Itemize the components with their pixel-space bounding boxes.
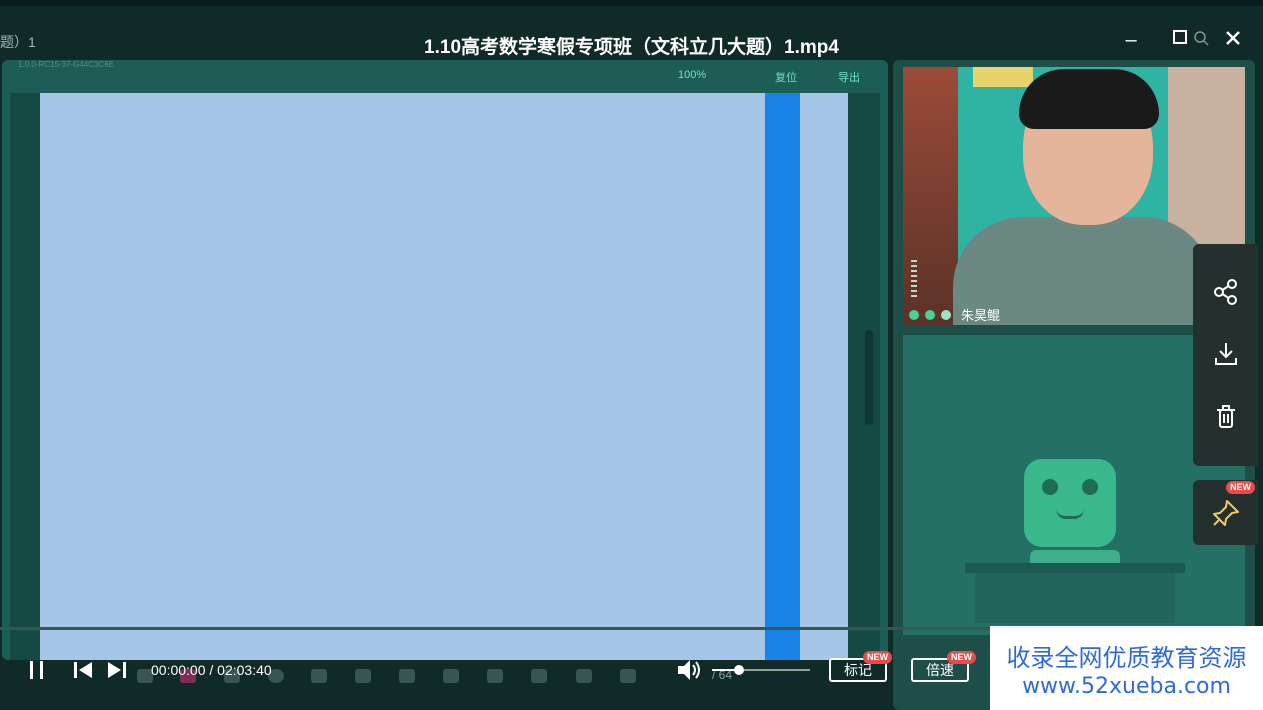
watermark-url: www.52xueba.com [1022, 674, 1231, 699]
eraser-tool-icon[interactable] [311, 669, 327, 683]
pin-icon [1213, 500, 1239, 526]
whiteboard-panel: 1.0.0-RC15-37-G44C3C8E 100% 复位 导出 [2, 60, 888, 660]
player-window: 题）1 1.10高考数学寒假专项班（文科立几大题）1.mp4 – 1.0.0-R… [0, 0, 1263, 710]
speed-label: 倍速 [926, 662, 954, 678]
pause-icon [30, 661, 43, 679]
maximize-icon [1173, 30, 1187, 44]
teacher-name: 朱昊鲲 [961, 308, 1001, 323]
next-button[interactable] [106, 661, 128, 684]
search-icon [1188, 28, 1214, 52]
undo-tool-icon[interactable] [576, 669, 592, 683]
volume-icon [678, 660, 700, 680]
mascot-desk [965, 563, 1185, 573]
previous-button[interactable] [72, 661, 94, 684]
watermark-box: 收录全网优质教育资源 www.52xueba.com [990, 626, 1263, 710]
share-icon [1213, 279, 1237, 305]
board-highlight-stripe [765, 93, 800, 660]
audio-level-meter [911, 257, 917, 297]
close-button[interactable] [1220, 28, 1246, 52]
speed-new-badge: NEW [947, 651, 976, 664]
bookmark-label: 标记 [844, 662, 872, 678]
video-status-row: 朱昊鲲 [909, 305, 1000, 324]
delete-icon [1216, 405, 1235, 428]
user-icon [941, 309, 951, 320]
pin-button[interactable]: NEW [1193, 480, 1258, 545]
camera-icon [925, 309, 935, 320]
close-icon [1226, 31, 1240, 45]
progress-bar[interactable] [0, 627, 990, 630]
mascot-eye-left [1042, 479, 1058, 495]
delete-button[interactable] [1193, 387, 1258, 447]
minimize-button[interactable]: – [1118, 28, 1144, 52]
redo-tool-icon[interactable] [620, 669, 636, 683]
reset-button[interactable]: 复位 [775, 69, 797, 85]
move-tool-icon[interactable] [487, 669, 503, 683]
time-display: 00:00:00 / 02:03:40 [151, 662, 272, 678]
mic-icon [909, 309, 919, 320]
pin-new-badge: NEW [1226, 481, 1255, 494]
download-button[interactable] [1193, 324, 1258, 384]
whiteboard-canvas[interactable] [40, 93, 848, 660]
image-tool-icon[interactable] [355, 669, 371, 683]
zoom-level[interactable]: 100% [678, 69, 706, 81]
version-label: 1.0.0-RC15-37-G44C3C8E [18, 60, 115, 69]
top-edge [0, 0, 1263, 6]
picture-tool-icon[interactable] [443, 669, 459, 683]
volume-slider-handle[interactable] [734, 665, 744, 675]
skip-previous-icon [74, 662, 92, 678]
side-action-bar [1193, 244, 1258, 466]
bookmark-new-badge: NEW [863, 651, 892, 664]
mascot-illustration [1024, 459, 1116, 547]
whiteboard-scrollbar[interactable] [865, 330, 873, 425]
mascot-book [1030, 550, 1120, 564]
mascot-desk-body [975, 573, 1175, 623]
volume-button[interactable] [676, 658, 702, 687]
total-time: 02:03:40 [217, 662, 272, 678]
share-button[interactable] [1193, 262, 1258, 322]
mascot-mouth [1056, 509, 1084, 519]
download-icon [1214, 343, 1237, 365]
title-bar: 题）1 1.10高考数学寒假专项班（文科立几大题）1.mp4 – [0, 0, 1263, 58]
mascot-eye-right [1082, 479, 1098, 495]
current-time: 00:00:00 [151, 662, 206, 678]
export-button[interactable]: 导出 [838, 69, 860, 85]
video-poster [973, 67, 1033, 87]
time-separator: / [205, 662, 218, 678]
scissors-tool-icon[interactable] [399, 669, 415, 683]
teacher-hair [1019, 69, 1159, 129]
window-title: 1.10高考数学寒假专项班（文科立几大题）1.mp4 [424, 37, 839, 58]
pause-button[interactable] [28, 660, 46, 685]
skip-next-icon [108, 662, 126, 678]
trash-tool-icon[interactable] [531, 669, 547, 683]
watermark-slogan: 收录全网优质教育资源 [1006, 645, 1247, 672]
